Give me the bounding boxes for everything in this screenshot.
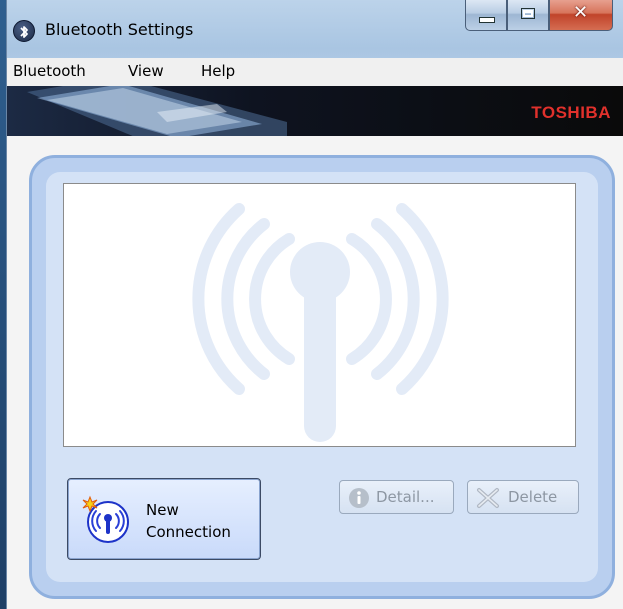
- new-connection-label-line1: New: [146, 501, 179, 519]
- bluetooth-settings-window: Bluetooth Settings ✕ Bluetooth View Help…: [6, 0, 623, 609]
- delete-label: Delete: [508, 488, 558, 506]
- toshiba-banner: TOSHIBA: [7, 86, 623, 136]
- caption-buttons: ✕: [465, 0, 613, 31]
- info-icon: [348, 487, 370, 513]
- antenna-watermark-icon: [192, 203, 449, 442]
- new-connection-button[interactable]: New Connection: [67, 478, 261, 560]
- close-button[interactable]: ✕: [549, 0, 613, 31]
- new-connection-label-line2: Connection: [146, 523, 231, 541]
- detail-label: Detail...: [376, 488, 435, 506]
- window-title: Bluetooth Settings: [45, 20, 194, 39]
- device-list[interactable]: [63, 183, 576, 447]
- menu-bluetooth[interactable]: Bluetooth: [13, 62, 86, 80]
- close-icon: ✕: [573, 2, 589, 23]
- detail-button[interactable]: Detail...: [339, 480, 454, 514]
- menu-help[interactable]: Help: [201, 62, 235, 80]
- minimize-button[interactable]: [465, 0, 507, 31]
- title-bar[interactable]: Bluetooth Settings ✕: [7, 0, 623, 58]
- new-connection-label: New Connection: [146, 499, 231, 543]
- bluetooth-app-icon[interactable]: [13, 20, 35, 42]
- toshiba-logo: TOSHIBA: [531, 103, 611, 122]
- minimize-icon: [479, 17, 495, 23]
- maximize-button[interactable]: [507, 0, 549, 31]
- menu-bar: Bluetooth View Help: [7, 58, 623, 87]
- laptop-graphic: [27, 86, 287, 136]
- maximize-icon: [521, 8, 535, 19]
- delete-x-icon: [476, 487, 500, 513]
- menu-view[interactable]: View: [128, 62, 164, 80]
- new-connection-icon: [82, 495, 134, 545]
- delete-button[interactable]: Delete: [467, 480, 579, 514]
